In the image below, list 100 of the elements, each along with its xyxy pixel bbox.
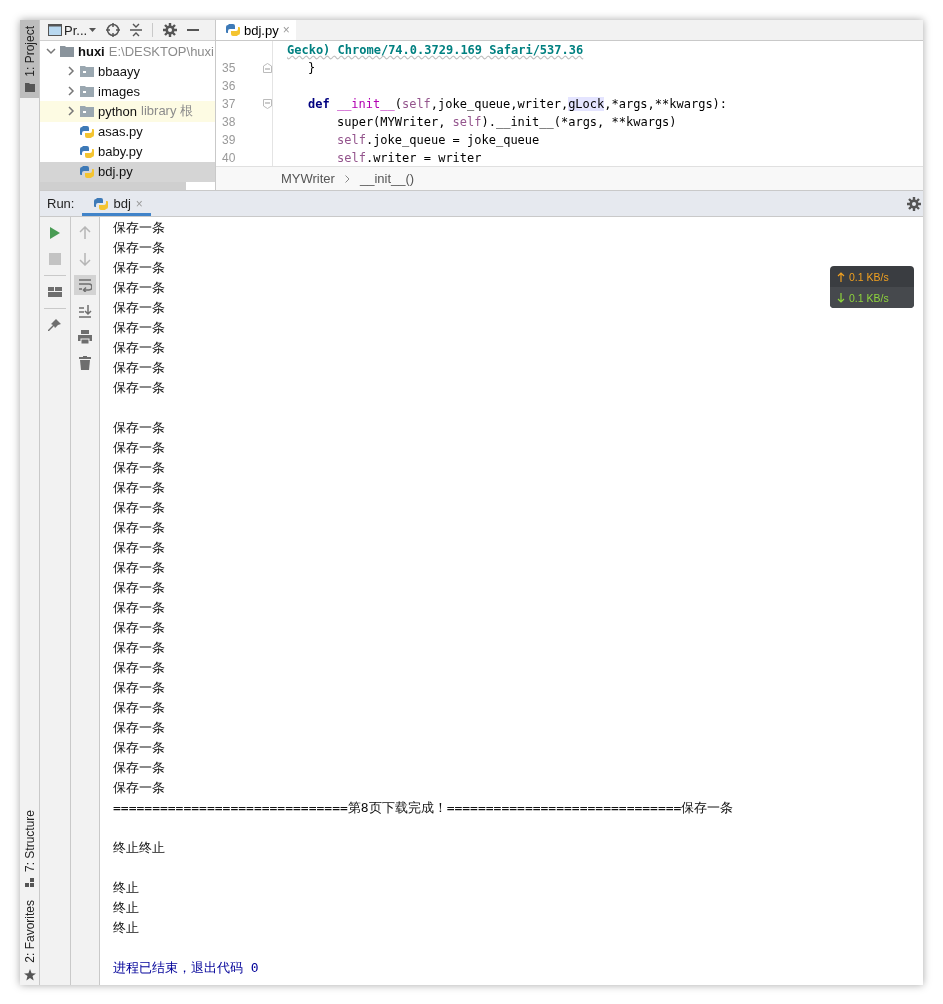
tool-window-tab[interactable]: 7: Structure (20, 804, 39, 895)
breadcrumb[interactable]: __init__() (359, 171, 415, 186)
fold-start-icon (263, 99, 272, 109)
caret-icon (89, 28, 97, 32)
collapse-all-icon[interactable] (130, 23, 143, 37)
folder-icon (80, 105, 94, 118)
console-line: 保存一条 (113, 519, 165, 537)
star-icon (23, 969, 36, 981)
file-name: huxi (78, 43, 105, 59)
tree-item[interactable]: baby.py (40, 141, 215, 162)
tree-item[interactable]: python library 根 (40, 101, 215, 122)
pin-icon[interactable] (48, 318, 62, 332)
line-number: 39 (221, 133, 237, 147)
tree-item[interactable]: bdj.py (40, 161, 215, 182)
chevron-right-icon (344, 174, 350, 183)
console-line: 保存一条 (113, 219, 165, 237)
line-number: 38 (221, 115, 237, 129)
tool-window-tab[interactable]: 1: Project (20, 20, 39, 98)
settings-icon[interactable] (163, 23, 178, 37)
console-line: 保存一条 (113, 459, 165, 477)
window-icon (48, 24, 62, 36)
chevron-down-icon[interactable] (46, 46, 56, 57)
python-icon (94, 196, 109, 211)
fold-end-icon (263, 63, 272, 73)
console-line: 保存一条 (113, 719, 165, 737)
code-line: self.writer = writer (336, 150, 483, 166)
console-line: 保存一条 (113, 439, 165, 457)
upload-speed: 0.1 KB/s (849, 270, 889, 283)
tree-item[interactable]: asas.py (40, 121, 215, 142)
folder-icon (24, 82, 35, 92)
console-line: 保存一条 (113, 339, 165, 357)
folder-note: library 根 (141, 102, 194, 121)
console-line: 保存一条 (113, 359, 165, 377)
console-line: 终止终止 (113, 839, 165, 857)
python-file-icon (226, 23, 240, 37)
minimize-icon[interactable] (187, 29, 200, 31)
down-arrow-icon (837, 292, 845, 303)
layout-icon[interactable] (48, 285, 62, 299)
console-line: ==============================第8页下载完成！==============================保存一条 (113, 799, 734, 817)
console-line: 保存一条 (113, 619, 165, 637)
console-line: 保存一条 (113, 699, 165, 717)
breadcrumb[interactable]: MYWriter (281, 171, 335, 186)
file-name: images (98, 83, 140, 99)
code-line: def __init__(self,joke_queue,writer,gLock,*args,**kwargs): (307, 96, 728, 113)
line-number: 40 (221, 151, 237, 165)
console-line: 保存一条 (113, 539, 165, 557)
exit-message: 进程已结束，退出代码 0 (113, 959, 259, 977)
run-icon[interactable] (48, 226, 62, 240)
up-arrow-icon (837, 271, 845, 282)
console-line: 保存一条 (113, 599, 165, 617)
crosshair-icon[interactable] (106, 23, 121, 37)
tree-item[interactable]: bbaayy (40, 61, 215, 82)
soft-wrap-icon (78, 278, 92, 292)
file-name: baby.py (98, 144, 143, 160)
tool-window-tab[interactable]: 2: Favorites (20, 894, 39, 985)
chevron-right-icon[interactable] (66, 66, 76, 77)
console-line: 保存一条 (113, 779, 165, 797)
console-line: 保存一条 (113, 419, 165, 437)
folder-icon (60, 45, 74, 58)
file-name: python (98, 104, 138, 119)
line-number: 35 (221, 61, 237, 75)
file-name: bdj.py (98, 164, 133, 180)
console-line: 保存一条 (113, 479, 165, 497)
trash-icon[interactable] (78, 356, 92, 370)
tree-item[interactable]: huxi E:\DESKTOP\huxi (40, 41, 215, 62)
toggle-button[interactable] (74, 275, 96, 295)
code-line: self.joke_queue = joke_queue (336, 132, 541, 149)
folder-icon (80, 65, 94, 78)
console-line: 保存一条 (113, 579, 165, 597)
printer-icon[interactable] (78, 330, 92, 344)
console-line: 保存一条 (113, 679, 165, 697)
file-name: bbaayy (98, 63, 140, 79)
scroll-to-end-icon[interactable] (78, 304, 92, 318)
console-line: 终止 (113, 899, 139, 917)
python-file-icon (80, 164, 94, 179)
console-line: 终止 (113, 879, 139, 897)
chevron-right-icon[interactable] (66, 106, 76, 117)
code-line: Gecko) Chrome/74.0.3729.169 Safari/537.36 (287, 42, 585, 59)
console-line: 终止 (113, 919, 139, 937)
console-line: 保存一条 (113, 379, 165, 397)
tree-item[interactable]: images (40, 81, 215, 102)
code-line: } (307, 60, 317, 77)
console-line: 保存一条 (113, 739, 165, 757)
file-name: asas.py (98, 124, 143, 140)
run-label: Run: (46, 195, 76, 213)
console-line: 保存一条 (113, 259, 165, 277)
console-line: 保存一条 (113, 659, 165, 677)
folder-icon (80, 85, 94, 98)
code-line: super(MYWriter, self).__init__(*args, **kwargs) (336, 114, 678, 131)
editor-tab[interactable]: bdj.py × (216, 20, 296, 40)
structure-icon (24, 878, 35, 889)
line-number: 36 (221, 79, 237, 93)
console-line: 保存一条 (113, 759, 165, 777)
settings-icon[interactable] (907, 196, 921, 211)
console-line: 保存一条 (113, 299, 165, 317)
folder-path: E:\DESKTOP\huxi (108, 43, 214, 59)
horizontal-scrollbar[interactable] (40, 182, 186, 190)
console-line: 保存一条 (113, 499, 165, 517)
python-file-icon (80, 124, 94, 139)
chevron-right-icon[interactable] (66, 86, 76, 97)
